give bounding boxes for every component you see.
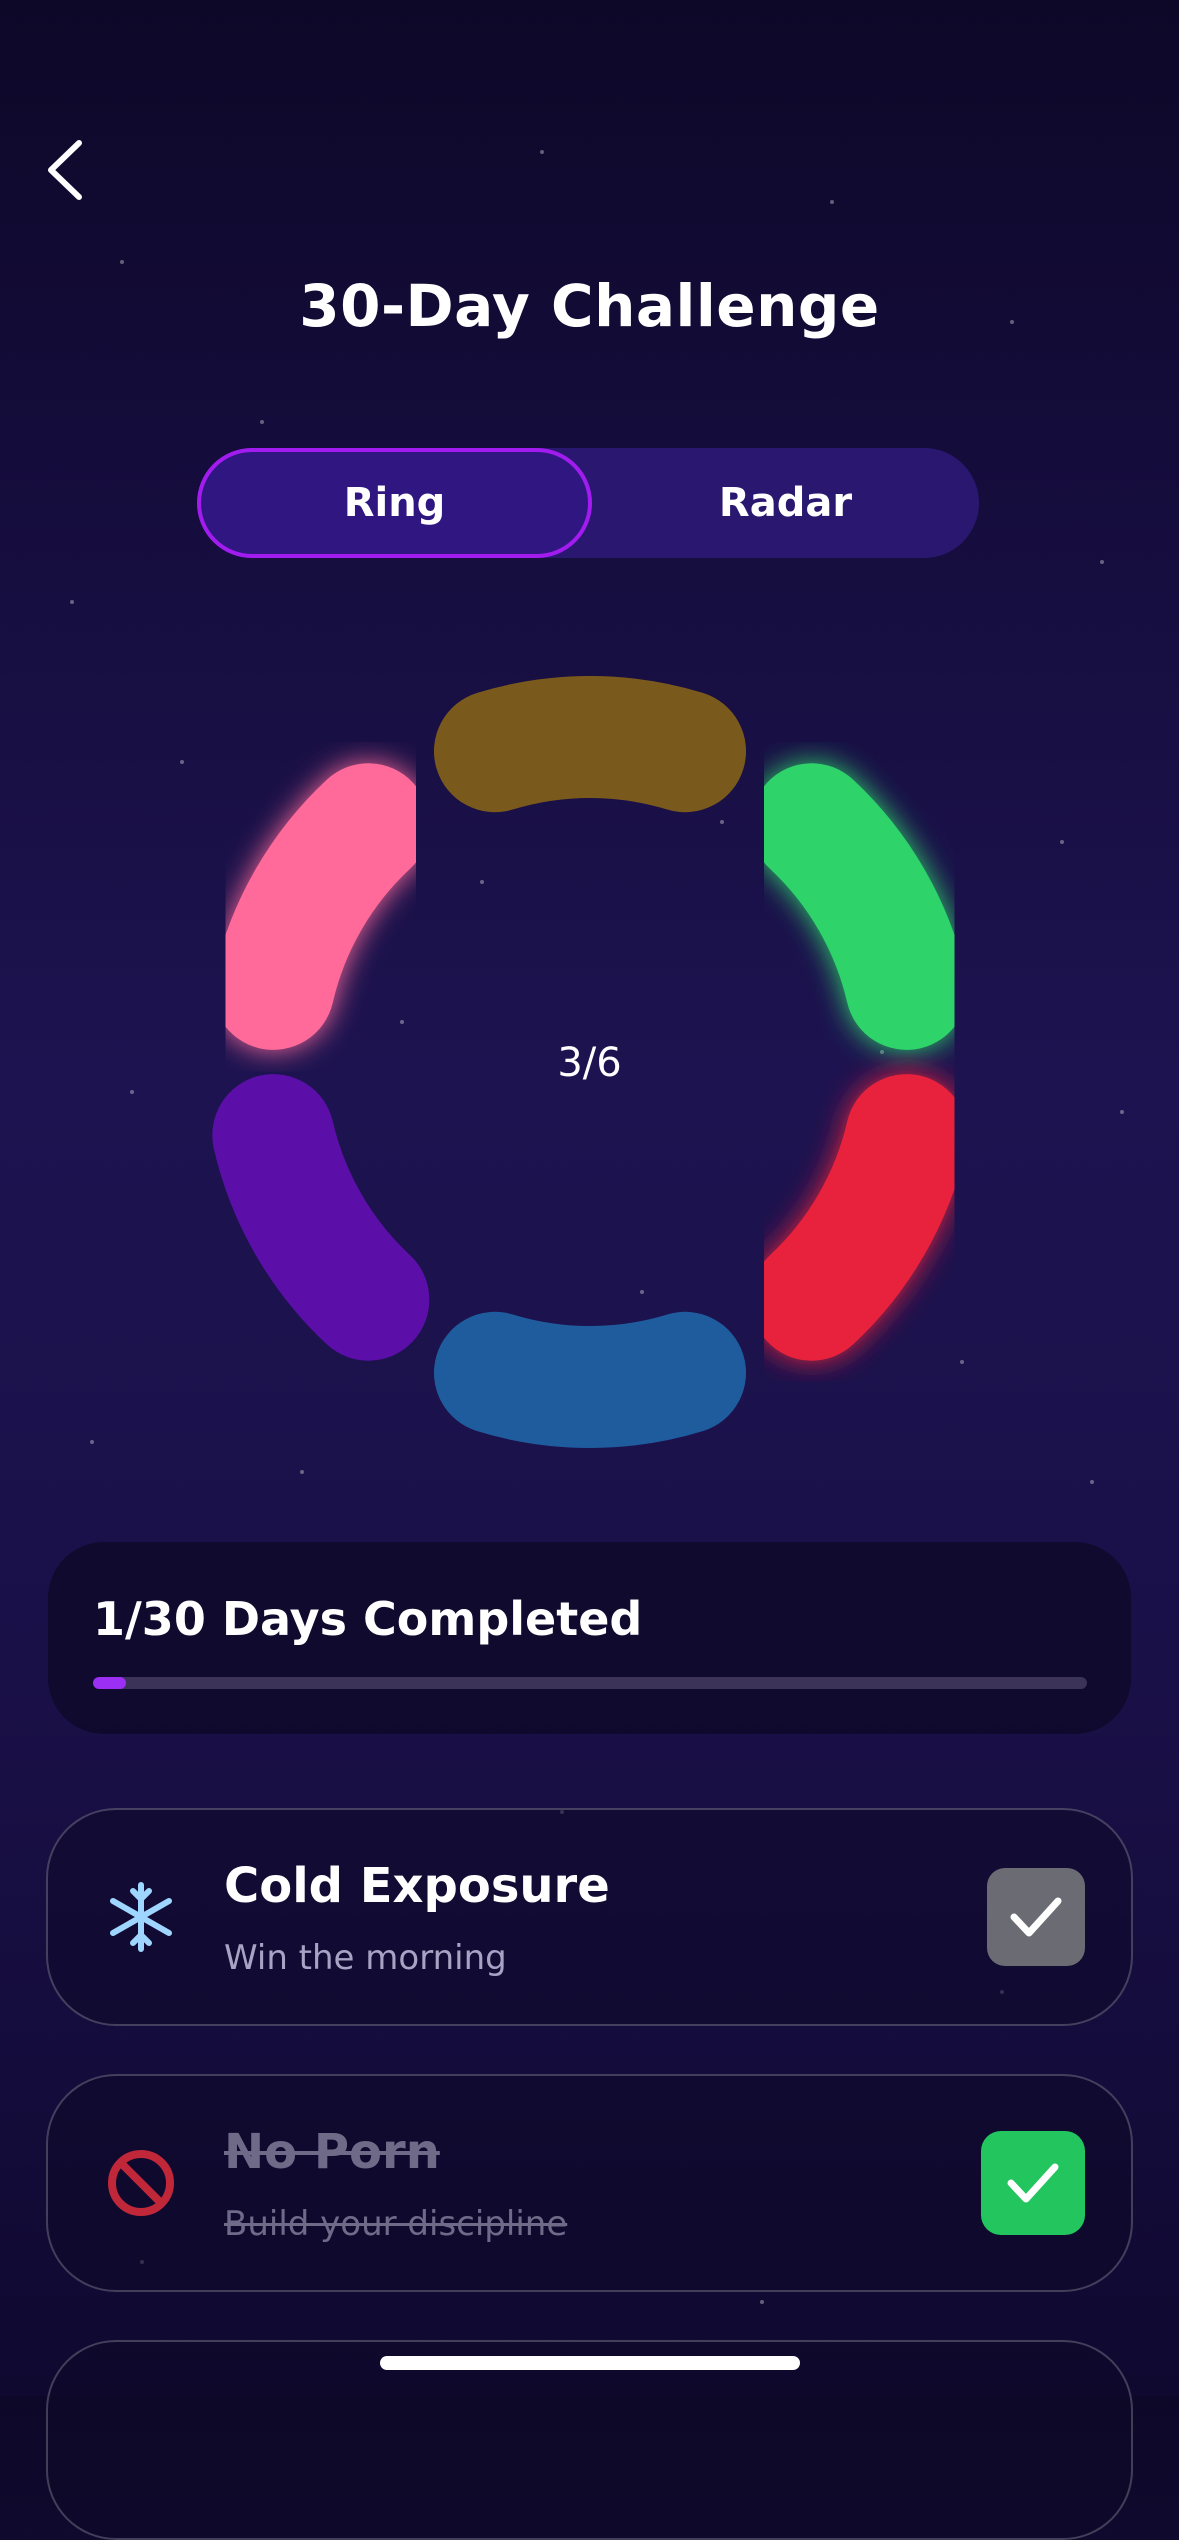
radar-tab[interactable]: Radar (592, 448, 979, 558)
home-indicator (380, 2356, 800, 2370)
ring-segment-green (750, 763, 968, 1050)
habit-card[interactable] (46, 2340, 1133, 2540)
chevron-left-icon (48, 140, 82, 200)
ring-segment-blue (433, 1311, 747, 1448)
progress-fill (93, 1677, 127, 1689)
back-button[interactable] (40, 135, 90, 205)
ring-tab[interactable]: Ring (197, 448, 592, 558)
ring-segment-red (750, 1074, 968, 1361)
page-title: 30-Day Challenge (299, 272, 880, 340)
habit-checkbox[interactable] (981, 2131, 1085, 2235)
view-toggle: Ring Radar (197, 448, 979, 558)
ring-segment-purple (212, 1074, 430, 1361)
ring-segment-pink (212, 763, 430, 1050)
ring-segment-gold (433, 676, 747, 813)
progress-track (93, 1677, 1087, 1689)
snowflake-icon (93, 1869, 189, 1965)
habit-card[interactable]: No Porn Build your discipline (46, 2074, 1133, 2292)
habit-card[interactable]: Cold Exposure Win the morning (46, 1808, 1133, 2026)
habit-subtitle: Build your discipline (224, 2204, 568, 2244)
habit-checkbox[interactable] (987, 1868, 1085, 1966)
checkmark-icon (1010, 1897, 1062, 1937)
habit-name: Cold Exposure (224, 1858, 610, 1914)
habit-name: No Porn (224, 2124, 440, 2180)
progress-card: 1/30 Days Completed (48, 1542, 1131, 1734)
ring-center-label: 3/6 (557, 1040, 622, 1086)
checkmark-icon (1007, 2163, 1059, 2203)
prohibited-icon (93, 2135, 189, 2231)
progress-label: 1/30 Days Completed (93, 1592, 643, 1646)
habit-subtitle: Win the morning (224, 1938, 507, 1978)
